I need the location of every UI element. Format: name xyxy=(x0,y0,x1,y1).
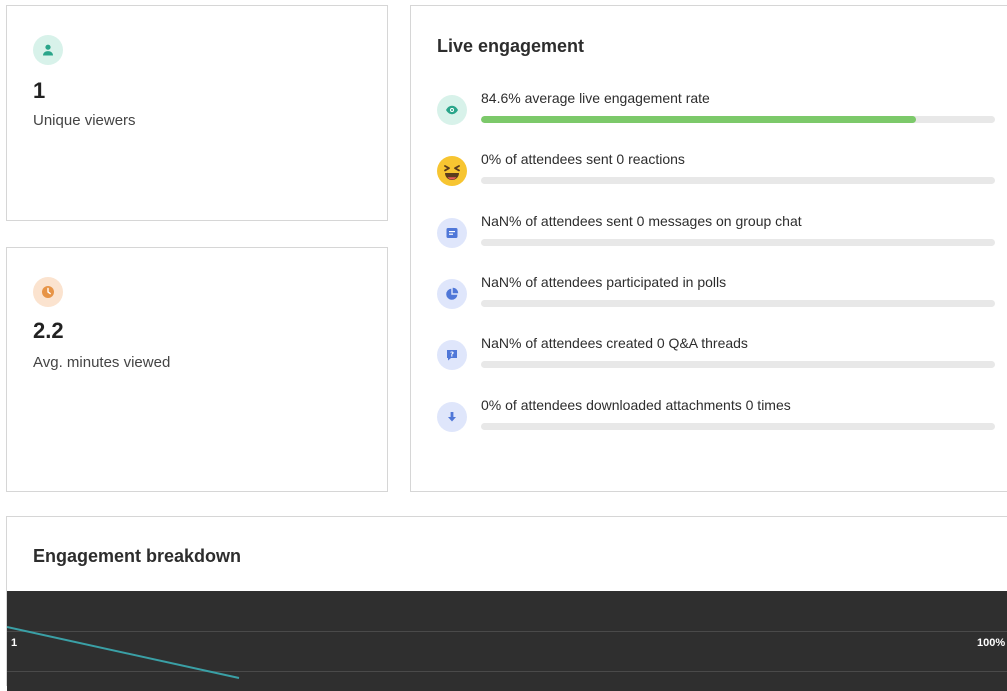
engagement-breakdown-title: Engagement breakdown xyxy=(33,546,242,566)
metric-engagement-rate: 84.6% average live engagement rate xyxy=(437,90,995,136)
eye-icon xyxy=(437,95,467,125)
clock-icon xyxy=(33,277,63,307)
progress-fill xyxy=(481,116,916,123)
chart-series-line xyxy=(7,626,240,679)
pie-chart-icon xyxy=(437,279,467,309)
metric-qa: ? NaN% of attendees created 0 Q&A thread… xyxy=(437,335,995,381)
metric-text: 84.6% average live engagement rate xyxy=(481,90,710,106)
progress-track xyxy=(481,177,995,184)
progress-track xyxy=(481,361,995,368)
metric-text: 0% of attendees downloaded attachments 0… xyxy=(481,397,791,413)
download-icon xyxy=(437,402,467,432)
live-engagement-card: Live engagement 84.6% average live engag… xyxy=(410,5,1007,492)
metric-downloads: 0% of attendees downloaded attachments 0… xyxy=(437,397,995,443)
chart-tick-right: 100% xyxy=(977,637,1006,649)
avg-minutes-card: 2.2 Avg. minutes viewed xyxy=(6,247,388,492)
progress-track xyxy=(481,239,995,246)
metric-text: 0% of attendees sent 0 reactions xyxy=(481,151,685,167)
metric-text: NaN% of attendees participated in polls xyxy=(481,274,727,290)
metric-polls: NaN% of attendees participated in polls xyxy=(437,274,995,320)
question-icon: ? xyxy=(437,340,467,370)
progress-track xyxy=(481,116,995,123)
chart-tick-left: 1 xyxy=(11,637,18,649)
live-engagement-title: Live engagement xyxy=(437,36,585,56)
unique-viewers-label: Unique viewers xyxy=(33,112,136,129)
svg-text:?: ? xyxy=(450,351,454,359)
chat-icon xyxy=(437,218,467,248)
laughing-emoji-icon xyxy=(437,156,467,186)
progress-track xyxy=(481,300,995,307)
unique-viewers-value: 1 xyxy=(33,78,46,103)
metric-group-chat: NaN% of attendees sent 0 messages on gro… xyxy=(437,213,995,259)
metric-reactions: 0% of attendees sent 0 reactions xyxy=(437,151,995,197)
metric-text: NaN% of attendees created 0 Q&A threads xyxy=(481,335,748,351)
progress-track xyxy=(481,423,995,430)
unique-viewers-card: 1 Unique viewers xyxy=(6,5,388,221)
avg-minutes-value: 2.2 xyxy=(33,318,64,343)
engagement-chart: 1 100% xyxy=(7,591,1007,691)
metric-text: NaN% of attendees sent 0 messages on gro… xyxy=(481,213,802,229)
avg-minutes-label: Avg. minutes viewed xyxy=(33,354,171,371)
engagement-breakdown-card: Engagement breakdown 1 100% xyxy=(6,516,1007,691)
person-icon xyxy=(33,35,63,65)
